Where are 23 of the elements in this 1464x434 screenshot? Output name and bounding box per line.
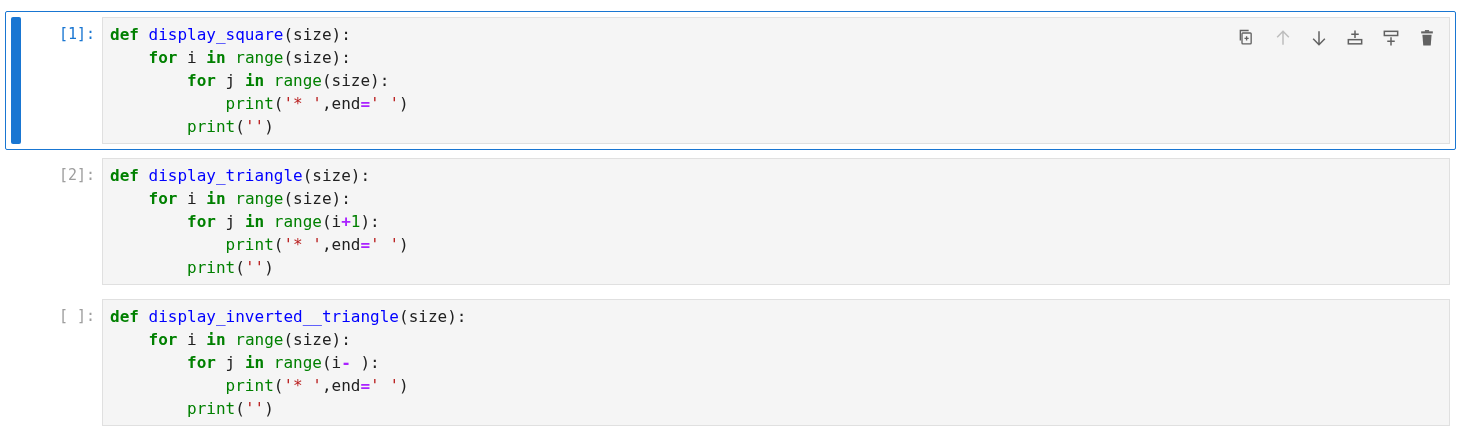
cell-prompt: [2]:	[58, 165, 95, 186]
code-editor[interactable]: def display_inverted__triangle(size): for i in range(size): for j in range(i- ): print('* ',end=' ') print('')	[102, 299, 1450, 426]
code-line: def display_inverted__triangle(size):	[110, 306, 467, 328]
cell-prompt: [ ]:	[58, 306, 95, 327]
code-line: print('')	[186, 116, 274, 138]
code-line: def display_triangle(size):	[110, 165, 371, 187]
code-line: print('')	[186, 398, 274, 420]
code-line: for i in range(size):	[147, 47, 351, 69]
code-line: print('')	[186, 257, 274, 279]
code-line: for i in range(size):	[147, 329, 351, 351]
code-line: def display_square(size):	[110, 24, 351, 46]
code-line: print('* ',end=' ')	[224, 93, 409, 115]
code-line: for j in range(size):	[186, 70, 390, 92]
code-line: print('* ',end=' ')	[224, 375, 409, 397]
code-line: print('* ',end=' ')	[224, 234, 409, 256]
insert-below-icon	[1381, 28, 1401, 48]
code-line: for j in range(i- ):	[186, 352, 380, 374]
code-line: for j in range(i+1):	[186, 211, 380, 233]
cell-prompt: [1]:	[58, 24, 95, 45]
code-line: for i in range(size):	[147, 188, 351, 210]
code-editor[interactable]: def display_triangle(size): for i in range(size): for j in range(i+1): print('* ',end=' ') print('')	[102, 158, 1450, 285]
code-editor[interactable]: def display_square(size): for i in range(size): for j in range(size): print('* ',end=' ') print('')	[102, 17, 1450, 144]
insert-above-icon	[1345, 28, 1365, 48]
